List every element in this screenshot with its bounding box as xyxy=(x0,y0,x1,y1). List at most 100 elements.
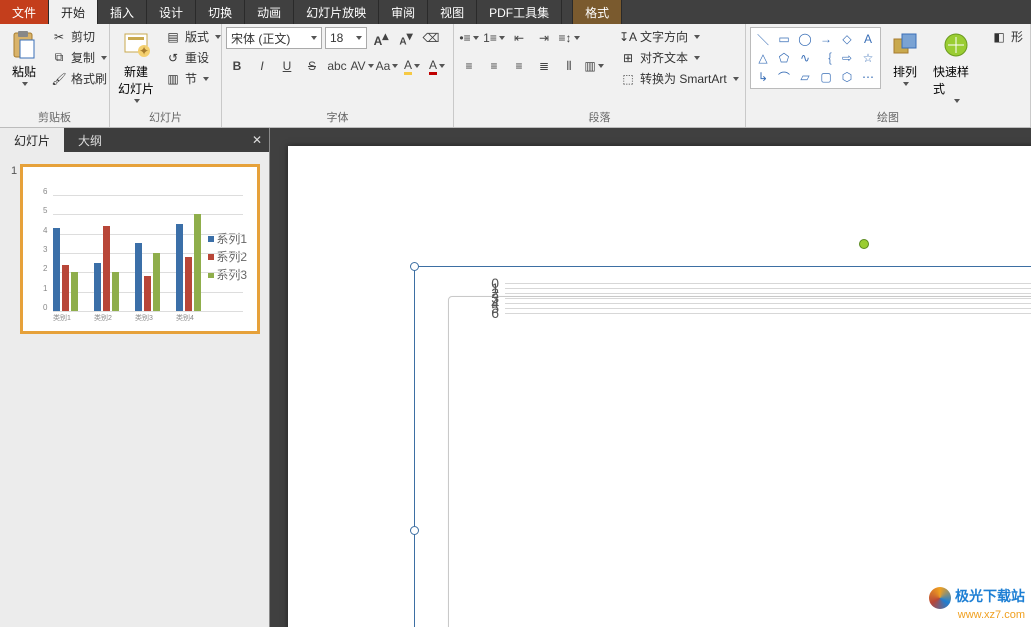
close-icon: ✕ xyxy=(252,133,262,147)
new-slide-icon: ✦ xyxy=(120,29,152,61)
brush-icon: 🖌 xyxy=(51,71,67,87)
grow-font-icon: A▴ xyxy=(374,29,389,48)
quick-styles-button[interactable]: 快速样式 xyxy=(929,27,984,105)
slide-thumbnail-1[interactable]: 1 系列1 系列2 系列3 0123456类别1类别2类别3类别4 xyxy=(20,164,260,334)
tab-insert[interactable]: 插入 xyxy=(98,0,147,24)
shape-hex-icon: ⬡ xyxy=(837,68,857,86)
font-name-select[interactable]: 宋体 (正文) xyxy=(226,27,322,49)
editor-canvas[interactable]: 0123456 xyxy=(270,128,1031,627)
shape-arc-icon: ⌒ xyxy=(774,68,794,86)
copy-button[interactable]: ⧉复制 xyxy=(48,48,110,67)
tab-transition[interactable]: 切换 xyxy=(196,0,245,24)
shrink-font-button[interactable]: A▾ xyxy=(395,27,417,49)
clear-format-button[interactable]: ⌫ xyxy=(420,27,442,49)
shape-fill-button[interactable]: ◧形 xyxy=(988,27,1026,46)
italic-icon: I xyxy=(260,59,263,73)
spacing-button[interactable]: AV xyxy=(351,55,373,77)
align-center-icon: ≡ xyxy=(490,59,497,73)
ribbon: 粘贴 ✂剪切 ⧉复制 🖌格式刷 剪贴板 ✦ 新建 幻灯片 ▤版式 ↺重设 ▥节 xyxy=(0,24,1031,128)
tab-home[interactable]: 开始 xyxy=(49,0,98,24)
new-slide-button[interactable]: ✦ 新建 幻灯片 xyxy=(114,27,158,105)
group-clipboard: 粘贴 ✂剪切 ⧉复制 🖌格式刷 剪贴板 xyxy=(0,24,110,127)
text-direction-button[interactable]: ↧A文字方向 xyxy=(617,27,742,46)
format-painter-button[interactable]: 🖌格式刷 xyxy=(48,69,110,88)
shape-text-icon: A xyxy=(858,30,878,48)
case-icon: Aa xyxy=(376,59,391,73)
shape-flow-icon: ▱ xyxy=(795,68,815,86)
highlight-icon: A xyxy=(404,58,412,75)
layout-button[interactable]: ▤版式 xyxy=(162,27,224,46)
reset-button[interactable]: ↺重设 xyxy=(162,48,224,67)
shape-brace-icon: ｛ xyxy=(816,49,836,67)
cut-button[interactable]: ✂剪切 xyxy=(48,27,110,46)
outdent-icon: ⇤ xyxy=(514,31,524,45)
grow-font-button[interactable]: A▴ xyxy=(370,27,392,49)
tab-pdf[interactable]: PDF工具集 xyxy=(477,0,562,24)
outdent-button[interactable]: ⇤ xyxy=(508,27,530,49)
align-justify-button[interactable]: ≣ xyxy=(533,55,555,77)
section-button[interactable]: ▥节 xyxy=(162,69,224,88)
shape-callout-icon: ▢ xyxy=(816,68,836,86)
align-center-button[interactable]: ≡ xyxy=(483,55,505,77)
shape-arrow-icon: → xyxy=(816,30,836,48)
resize-handle-nw[interactable] xyxy=(410,262,419,271)
layout-icon: ▤ xyxy=(165,29,181,45)
resize-handle-w[interactable] xyxy=(410,526,419,535)
arrange-button[interactable]: 排列 xyxy=(885,27,925,88)
tab-view[interactable]: 视图 xyxy=(428,0,477,24)
align-left-button[interactable]: ≡ xyxy=(458,55,480,77)
align-right-button[interactable]: ≡ xyxy=(508,55,530,77)
columns-icon: ▥ xyxy=(584,59,595,73)
align-text-icon: ⊞ xyxy=(620,50,636,66)
thumbnail-list[interactable]: 1 系列1 系列2 系列3 0123456类别1类别2类别3类别4 xyxy=(0,152,269,627)
distribute-button[interactable]: ⫴ xyxy=(558,55,580,77)
tab-review[interactable]: 审阅 xyxy=(379,0,428,24)
group-font: 宋体 (正文) 18 A▴ A▾ ⌫ B I U S abc AV Aa A A xyxy=(222,24,454,127)
strike-button[interactable]: S xyxy=(301,55,323,77)
italic-button[interactable]: I xyxy=(251,55,273,77)
bucket-icon: ◧ xyxy=(991,29,1007,45)
shape-diamond-icon: ◇ xyxy=(837,30,857,48)
slide-panel: 幻灯片 大纲 ✕ 1 系列1 系列2 系列3 0123456类别1类别2类别3类… xyxy=(0,128,270,627)
columns-button[interactable]: ▥ xyxy=(583,55,605,77)
tab-format-contextual[interactable]: 格式 xyxy=(572,0,622,24)
numbering-button[interactable]: 1≡ xyxy=(483,27,505,49)
shape-arrow2-icon: ⇨ xyxy=(837,49,857,67)
font-color-button[interactable]: A xyxy=(426,55,448,77)
tab-design[interactable]: 设计 xyxy=(147,0,196,24)
chart-object[interactable]: 0123456 xyxy=(448,296,1031,627)
tab-slideshow[interactable]: 幻灯片放映 xyxy=(294,0,379,24)
group-label-clipboard: 剪贴板 xyxy=(4,109,105,127)
tab-file[interactable]: 文件 xyxy=(0,0,49,24)
shadow-button[interactable]: abc xyxy=(326,55,348,77)
align-right-icon: ≡ xyxy=(515,59,522,73)
underline-button[interactable]: U xyxy=(276,55,298,77)
indent-button[interactable]: ⇥ xyxy=(533,27,555,49)
panel-tab-outline[interactable]: 大纲 xyxy=(64,128,116,152)
bullets-icon: •≡ xyxy=(459,31,470,45)
shapes-gallery[interactable]: ＼ ▭ ◯ → ◇ A △ ⬠ ∿ ｛ ⇨ ☆ ↳ ⌒ ▱ ▢ ⬡ ⋯ xyxy=(750,27,881,89)
rotate-handle[interactable] xyxy=(859,239,869,249)
spacing-icon: AV xyxy=(350,59,365,73)
align-text-button[interactable]: ⊞对齐文本 xyxy=(617,48,742,67)
tab-animation[interactable]: 动画 xyxy=(245,0,294,24)
font-size-select[interactable]: 18 xyxy=(325,27,367,49)
shrink-font-icon: A▾ xyxy=(399,29,412,47)
copy-icon: ⧉ xyxy=(51,50,67,66)
shape-triangle-icon: △ xyxy=(753,49,773,67)
group-label-slides: 幻灯片 xyxy=(114,109,217,127)
change-case-button[interactable]: Aa xyxy=(376,55,398,77)
slide-1[interactable]: 0123456 xyxy=(288,146,1031,627)
highlight-button[interactable]: A xyxy=(401,55,423,77)
paste-button[interactable]: 粘贴 xyxy=(4,27,44,88)
numbering-icon: 1≡ xyxy=(483,31,497,45)
bold-button[interactable]: B xyxy=(226,55,248,77)
panel-tab-slides[interactable]: 幻灯片 xyxy=(0,128,64,152)
convert-smartart-button[interactable]: ⬚转换为 SmartArt xyxy=(617,69,742,88)
line-spacing-icon: ≡↕ xyxy=(558,31,571,45)
line-spacing-button[interactable]: ≡↕ xyxy=(558,27,580,49)
group-slides: ✦ 新建 幻灯片 ▤版式 ↺重设 ▥节 幻灯片 xyxy=(110,24,222,127)
bullets-button[interactable]: •≡ xyxy=(458,27,480,49)
font-color-icon: A xyxy=(429,58,437,75)
panel-close-button[interactable]: ✕ xyxy=(245,128,269,152)
